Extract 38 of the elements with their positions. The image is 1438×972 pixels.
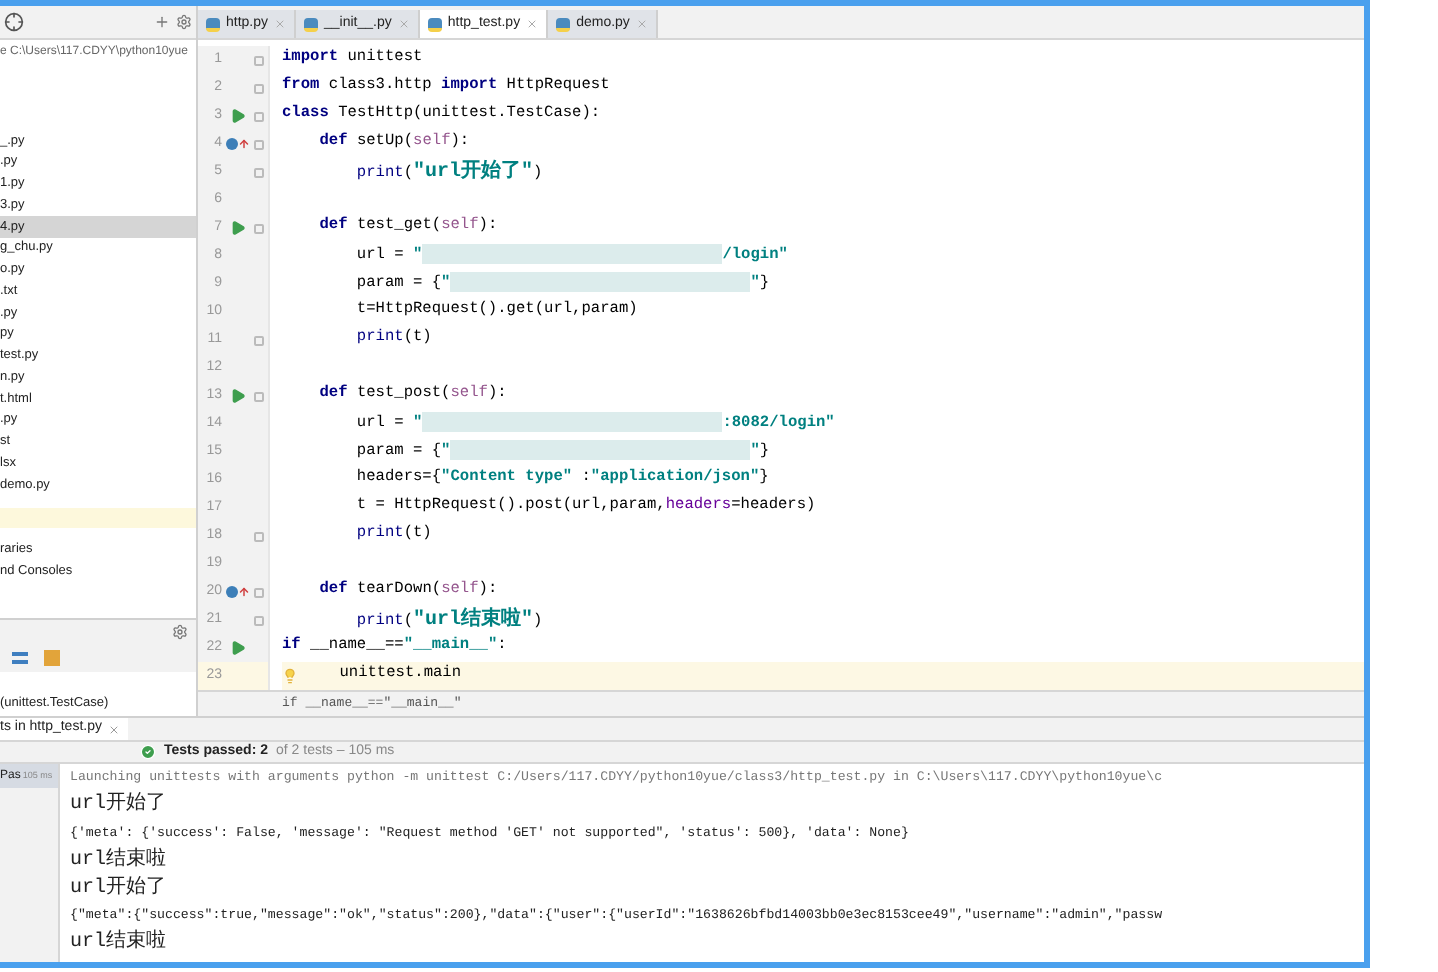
download-icon[interactable] (44, 650, 60, 666)
fold-icon[interactable] (254, 167, 264, 177)
close-icon[interactable] (397, 18, 410, 30)
crosshair-icon[interactable] (4, 12, 24, 32)
run-icon[interactable] (230, 108, 246, 124)
python-file-icon (304, 17, 319, 31)
fold-icon[interactable] (254, 615, 264, 625)
fold-icon[interactable] (254, 587, 264, 597)
settings-icon[interactable] (172, 624, 188, 640)
close-icon[interactable] (526, 18, 539, 30)
run-icon[interactable] (230, 640, 246, 656)
sort-icon[interactable] (12, 652, 28, 664)
console-line: url开始了 (70, 790, 167, 821)
fold-icon[interactable] (254, 391, 264, 401)
passed-icon (140, 744, 156, 760)
close-icon[interactable] (274, 18, 287, 30)
fold-icon[interactable] (254, 531, 264, 541)
python-file-icon (556, 17, 571, 31)
fold-icon[interactable] (254, 83, 264, 93)
override-icon[interactable] (226, 584, 250, 600)
override-icon[interactable] (226, 136, 250, 152)
console-line: url结束啦 (70, 845, 167, 876)
console-line: url开始了 (70, 874, 167, 904)
close-icon[interactable] (635, 18, 648, 30)
add-icon[interactable] (154, 14, 170, 30)
console-line: url结束啦 (70, 928, 167, 959)
fold-icon[interactable] (254, 335, 264, 345)
run-icon[interactable] (230, 220, 246, 236)
python-file-icon (427, 17, 442, 31)
fold-icon[interactable] (254, 139, 264, 149)
fold-icon[interactable] (254, 223, 264, 233)
settings-icon[interactable] (176, 14, 192, 30)
python-file-icon (206, 17, 220, 31)
run-icon[interactable] (230, 388, 246, 404)
fold-icon[interactable] (254, 55, 264, 65)
fold-icon[interactable] (254, 111, 264, 121)
bulb-icon[interactable] (282, 668, 298, 684)
close-icon[interactable] (107, 723, 120, 735)
